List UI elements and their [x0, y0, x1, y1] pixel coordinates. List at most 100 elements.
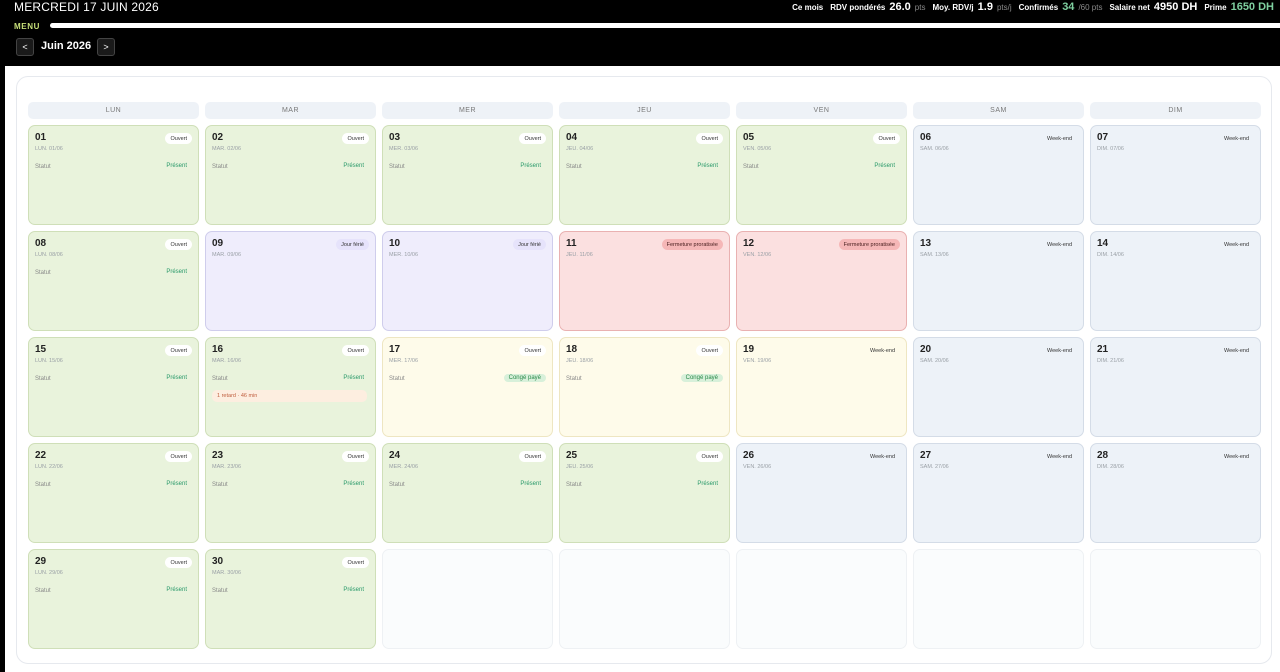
stats-confirmes-label: Confirmés — [1018, 3, 1059, 12]
day-number: 04 — [566, 132, 578, 143]
day-number: 09 — [212, 238, 224, 249]
status-label: Statut — [389, 164, 405, 170]
status-value: Congé payé — [680, 374, 723, 382]
day-cell-03[interactable]: 03 MER. 03/06 Ouvert Statut Présent — [382, 125, 553, 225]
day-cell-empty — [382, 549, 553, 649]
day-cell-empty — [559, 549, 730, 649]
day-type-badge: Fermeture proratisée — [838, 239, 900, 250]
day-cell-14[interactable]: 14 DIM. 14/06 Week-end — [1090, 231, 1261, 331]
day-date: MAR. 30/06 — [212, 570, 242, 576]
day-date: SAM. 20/06 — [920, 358, 949, 364]
status-value: Présent — [697, 163, 718, 169]
day-number: 10 — [389, 238, 401, 249]
day-date: DIM. 21/06 — [1097, 358, 1124, 364]
day-cell-23[interactable]: 23 MAR. 23/06 Ouvert Statut Présent — [205, 443, 376, 543]
status-label: Statut — [35, 588, 51, 594]
day-cell-22[interactable]: 22 LUN. 22/06 Ouvert Statut Présent — [28, 443, 199, 543]
day-cell-18[interactable]: 18 JEU. 18/06 Ouvert Statut Congé payé — [559, 337, 730, 437]
day-type-badge: Jour férié — [336, 239, 369, 250]
status-label: Statut — [389, 482, 405, 488]
day-cell-10[interactable]: 10 MER. 10/06 Jour férié — [382, 231, 553, 331]
status-value: Présent — [343, 587, 364, 593]
top-bar: MERCREDI 17 JUIN 2026 MENU Ce mois RDV p… — [0, 0, 1280, 31]
day-type-badge: Ouvert — [696, 133, 723, 144]
day-type-badge: Fermeture proratisée — [661, 239, 723, 250]
day-type-badge: Ouvert — [342, 451, 369, 462]
day-cell-25[interactable]: 25 JEU. 25/06 Ouvert Statut Présent — [559, 443, 730, 543]
prev-month-button[interactable]: < — [16, 38, 34, 56]
day-cell-09[interactable]: 09 MAR. 09/06 Jour férié — [205, 231, 376, 331]
day-type-badge: Week-end — [1224, 135, 1249, 142]
day-cell-19[interactable]: 19 VEN. 19/06 Week-end — [736, 337, 907, 437]
day-type-badge: Week-end — [870, 347, 895, 354]
day-cell-04[interactable]: 04 JEU. 04/06 Ouvert Statut Présent — [559, 125, 730, 225]
day-cell-01[interactable]: 01 LUN. 01/06 Ouvert Statut Présent — [28, 125, 199, 225]
day-type-badge: Week-end — [1224, 453, 1249, 460]
day-number: 24 — [389, 450, 401, 461]
status-label: Statut — [566, 376, 582, 382]
day-cell-15[interactable]: 15 LUN. 15/06 Ouvert Statut Présent — [28, 337, 199, 437]
day-type-badge: Week-end — [1047, 453, 1072, 460]
stats-prime-value: 1650 DH — [1230, 1, 1274, 13]
day-cell-27[interactable]: 27 SAM. 27/06 Week-end — [913, 443, 1084, 543]
day-cell-24[interactable]: 24 MER. 24/06 Ouvert Statut Présent — [382, 443, 553, 543]
day-cell-26[interactable]: 26 VEN. 26/06 Week-end — [736, 443, 907, 543]
month-navigation: < Juin 2026 > — [5, 30, 1280, 66]
day-type-badge: Week-end — [1224, 241, 1249, 248]
day-number: 12 — [743, 238, 755, 249]
day-number: 27 — [920, 450, 932, 461]
day-type-badge: Ouvert — [342, 345, 369, 356]
day-cell-06[interactable]: 06 SAM. 06/06 Week-end — [913, 125, 1084, 225]
day-cell-13[interactable]: 13 SAM. 13/06 Week-end — [913, 231, 1084, 331]
status-label: Statut — [389, 376, 405, 382]
status-value: Congé payé — [503, 374, 546, 382]
day-number: 17 — [389, 344, 401, 355]
day-cell-17[interactable]: 17 MER. 17/06 Ouvert Statut Congé payé — [382, 337, 553, 437]
day-number: 18 — [566, 344, 578, 355]
day-number: 20 — [920, 344, 932, 355]
day-cell-11[interactable]: 11 JEU. 11/06 Fermeture proratisée — [559, 231, 730, 331]
day-type-badge: Ouvert — [342, 557, 369, 568]
next-month-button[interactable]: > — [97, 38, 115, 56]
day-number: 23 — [212, 450, 224, 461]
day-cell-08[interactable]: 08 LUN. 08/06 Ouvert Statut Présent — [28, 231, 199, 331]
day-type-badge: Jour férié — [513, 239, 546, 250]
weekday-header-dim: DIM — [1090, 102, 1261, 119]
day-type-badge: Ouvert — [165, 133, 192, 144]
day-date: MER. 03/06 — [389, 146, 419, 152]
day-number: 01 — [35, 132, 47, 143]
status-label: Statut — [566, 164, 582, 170]
status-label: Statut — [212, 164, 228, 170]
day-number: 15 — [35, 344, 47, 355]
status-value: Présent — [343, 375, 364, 381]
day-type-badge: Ouvert — [519, 345, 546, 356]
late-notice: 1 retard · 46 min — [212, 390, 367, 402]
day-date: DIM. 14/06 — [1097, 252, 1124, 258]
day-date: LUN. 15/06 — [35, 358, 63, 364]
day-cell-20[interactable]: 20 SAM. 20/06 Week-end — [913, 337, 1084, 437]
day-cell-16[interactable]: 16 MAR. 16/06 Ouvert Statut Présent 1 retard … — [205, 337, 376, 437]
day-cell-02[interactable]: 02 MAR. 02/06 Ouvert Statut Présent — [205, 125, 376, 225]
status-value: Présent — [520, 163, 541, 169]
day-cell-07[interactable]: 07 DIM. 07/06 Week-end — [1090, 125, 1261, 225]
day-date: MAR. 02/06 — [212, 146, 242, 152]
status-value: Présent — [166, 375, 187, 381]
day-cell-28[interactable]: 28 DIM. 28/06 Week-end — [1090, 443, 1261, 543]
day-number: 22 — [35, 450, 47, 461]
stats-moy-unit: pts/j — [996, 3, 1012, 12]
day-cell-empty — [736, 549, 907, 649]
day-type-badge: Ouvert — [165, 239, 192, 250]
day-cell-21[interactable]: 21 DIM. 21/06 Week-end — [1090, 337, 1261, 437]
status-label: Statut — [212, 588, 228, 594]
day-cell-29[interactable]: 29 LUN. 29/06 Ouvert Statut Présent — [28, 549, 199, 649]
status-label: Statut — [212, 376, 228, 382]
day-cell-12[interactable]: 12 VEN. 12/06 Fermeture proratisée — [736, 231, 907, 331]
day-cell-30[interactable]: 30 MAR. 30/06 Ouvert Statut Présent — [205, 549, 376, 649]
day-date: VEN. 26/06 — [743, 464, 772, 470]
day-cell-05[interactable]: 05 VEN. 05/06 Ouvert Statut Présent — [736, 125, 907, 225]
day-date: SAM. 06/06 — [920, 146, 949, 152]
day-date: SAM. 13/06 — [920, 252, 949, 258]
day-type-badge: Week-end — [1047, 347, 1072, 354]
day-date: VEN. 12/06 — [743, 252, 772, 258]
day-date: VEN. 05/06 — [743, 146, 772, 152]
